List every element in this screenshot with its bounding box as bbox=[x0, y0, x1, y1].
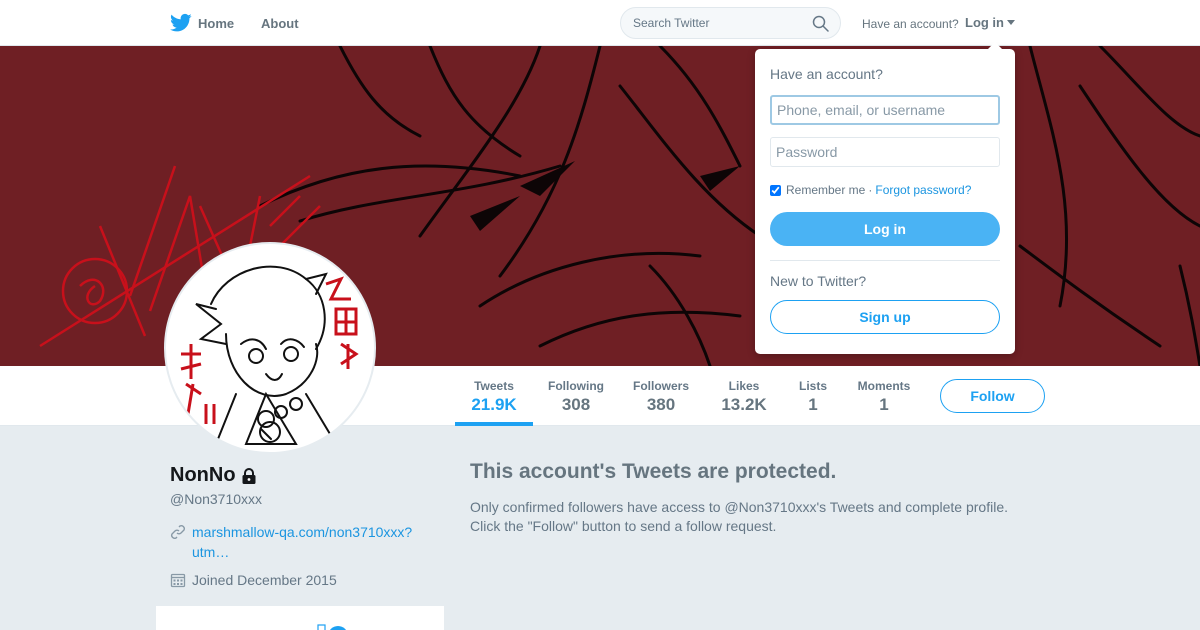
stat-following[interactable]: Following 308 bbox=[541, 379, 611, 415]
nav-home-link[interactable]: Home bbox=[170, 13, 234, 33]
stat-likes[interactable]: Likes 13.2K bbox=[714, 379, 774, 415]
login-toggle-label: Log in bbox=[965, 15, 1004, 30]
forgot-password-link[interactable]: Forgot password? bbox=[875, 183, 971, 197]
profile-url: marshmallow-qa.com/non3710xxx?utm… bbox=[170, 522, 430, 562]
dropdown-divider bbox=[770, 260, 1000, 261]
stat-followers[interactable]: Followers 380 bbox=[625, 379, 697, 415]
top-navigation-bar: Home About Have an account? Log in bbox=[0, 0, 1200, 46]
signup-button[interactable]: Sign up bbox=[770, 300, 1000, 334]
chevron-down-icon bbox=[1007, 20, 1015, 25]
login-dropdown-toggle[interactable]: Log in bbox=[965, 15, 1015, 30]
have-account-text: Have an account? bbox=[862, 17, 959, 31]
stat-tweets-label: Tweets bbox=[474, 379, 514, 393]
nav-about-link[interactable]: About bbox=[261, 16, 299, 31]
avatar-image bbox=[180, 265, 359, 445]
search-icon[interactable] bbox=[812, 15, 829, 32]
stat-tweets-value: 21.9K bbox=[471, 395, 517, 414]
stat-moments-label: Moments bbox=[857, 379, 911, 393]
separator-dot: · bbox=[868, 183, 873, 197]
calendar-icon bbox=[170, 573, 186, 588]
remember-me-label: Remember me bbox=[786, 183, 866, 197]
protected-title: This account's Tweets are protected. bbox=[470, 460, 837, 483]
twitter-bird-icon bbox=[170, 13, 192, 32]
username-field[interactable] bbox=[770, 95, 1000, 125]
profile-handle: @Non3710xxx bbox=[170, 491, 263, 507]
remember-me-checkbox[interactable] bbox=[770, 184, 781, 196]
new-to-twitter-text: New to Twitter? bbox=[770, 273, 867, 289]
login-dropdown-title: Have an account? bbox=[770, 66, 883, 82]
joined-date-text: Joined December 2015 bbox=[192, 572, 337, 588]
joined-date: Joined December 2015 bbox=[170, 572, 337, 588]
search-input[interactable] bbox=[621, 8, 801, 38]
stat-likes-label: Likes bbox=[728, 379, 760, 393]
stat-tweets[interactable]: Tweets 21.9K bbox=[455, 379, 533, 415]
nav-home-label: Home bbox=[198, 15, 235, 31]
login-button[interactable]: Log in bbox=[770, 212, 1000, 246]
follow-button[interactable]: Follow bbox=[940, 379, 1045, 413]
stat-followers-label: Followers bbox=[632, 379, 689, 393]
lock-icon bbox=[242, 467, 256, 484]
active-tab-indicator bbox=[455, 422, 533, 426]
stat-following-value: 308 bbox=[561, 395, 591, 414]
profile-name-text: NonNo bbox=[170, 464, 236, 486]
profile-url-link[interactable]: marshmallow-qa.com/non3710xxx?utm… bbox=[192, 522, 430, 562]
remember-me-row: Remember me · Forgot password? bbox=[770, 183, 971, 197]
stat-moments-value: 1 bbox=[879, 395, 889, 414]
stat-lists[interactable]: Lists 1 bbox=[792, 379, 834, 415]
avatar[interactable] bbox=[164, 242, 376, 454]
stat-lists-value: 1 bbox=[808, 395, 818, 414]
login-dropdown: Have an account? Remember me · Forgot pa… bbox=[755, 42, 1015, 354]
search-box bbox=[620, 7, 841, 39]
stat-likes-value: 13.2K bbox=[721, 395, 767, 414]
password-field[interactable] bbox=[770, 137, 1000, 167]
sidebar-card bbox=[156, 606, 444, 630]
stat-followers-value: 380 bbox=[646, 395, 676, 414]
protected-body: Only confirmed followers have access to … bbox=[470, 499, 1008, 534]
link-icon bbox=[171, 525, 185, 539]
stat-lists-label: Lists bbox=[798, 379, 827, 393]
stat-moments[interactable]: Moments 1 bbox=[852, 379, 916, 415]
profile-name: NonNo bbox=[170, 464, 258, 487]
stat-following-label: Following bbox=[548, 379, 604, 393]
card-icon bbox=[317, 624, 346, 630]
